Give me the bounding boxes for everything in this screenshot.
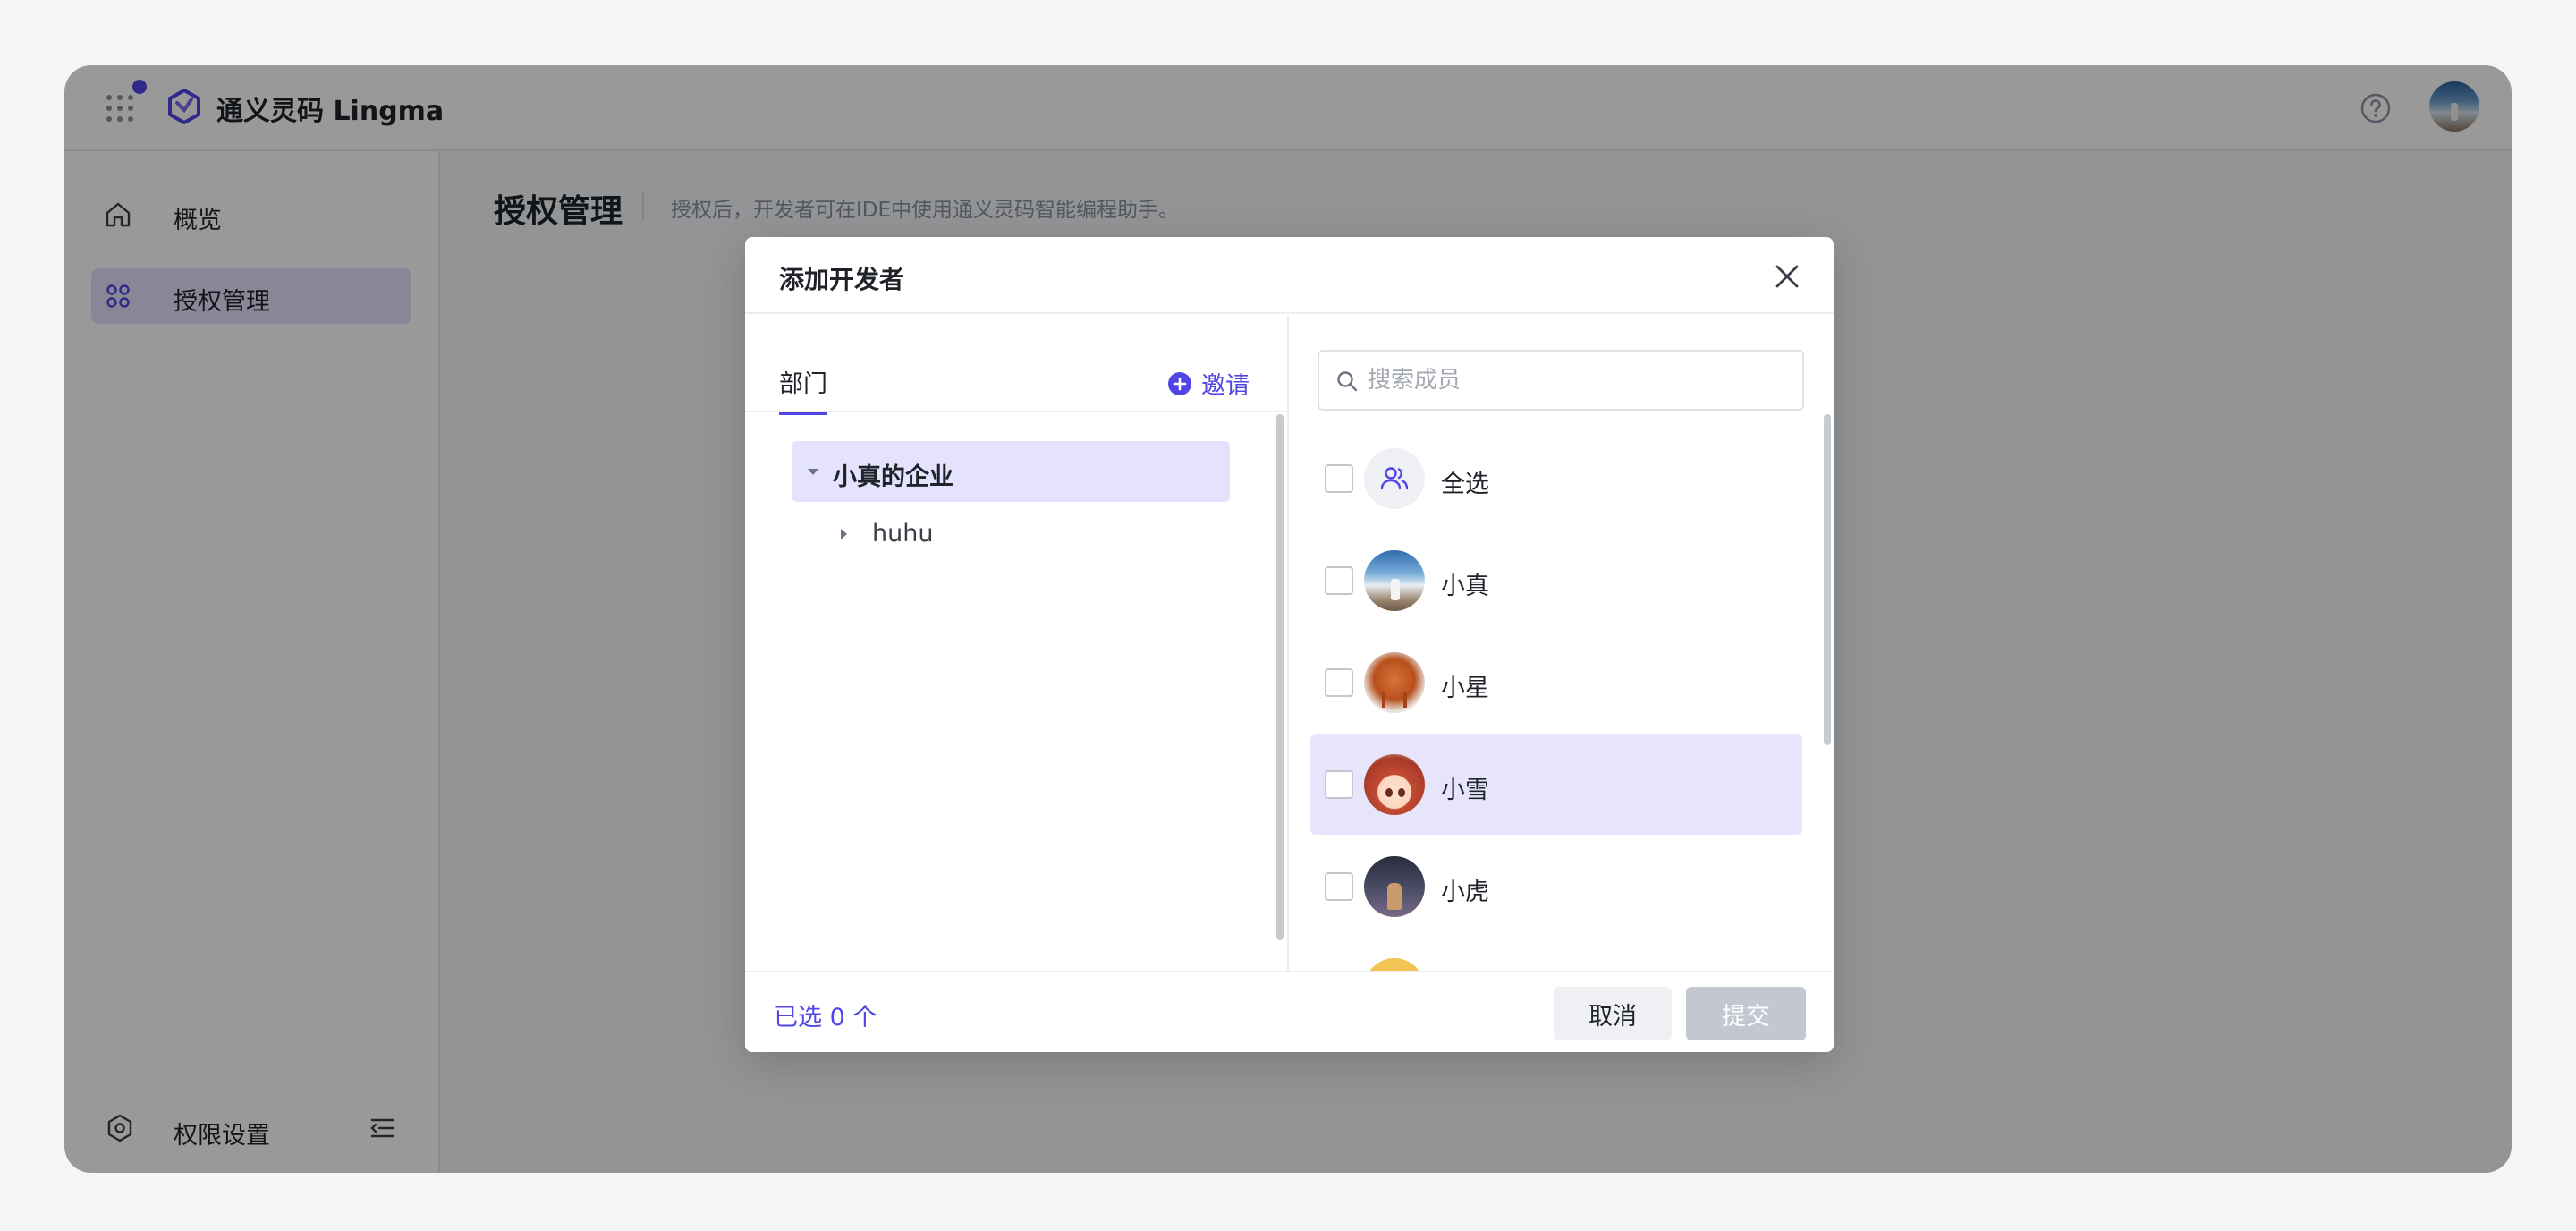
member-row-select-all[interactable]: 全选 <box>1310 429 1802 529</box>
member-name: 小雪 <box>1441 777 1489 804</box>
close-icon[interactable] <box>1769 259 1805 294</box>
avatar <box>1364 550 1425 611</box>
member-search-box <box>1318 350 1804 411</box>
member-row-partial[interactable] <box>1310 938 1802 971</box>
member-name: 全选 <box>1441 471 1489 498</box>
tab-department[interactable]: 部门 <box>779 364 827 415</box>
selected-count: 已选 0 个 <box>774 1004 877 1031</box>
member-name: 小星 <box>1441 675 1489 702</box>
member-checkbox[interactable] <box>1325 872 1353 901</box>
member-row[interactable]: 小雪 <box>1310 734 1802 835</box>
tree-node-root[interactable]: 小真的企业 <box>792 441 1230 502</box>
avatar <box>1364 958 1425 971</box>
add-developer-dialog: 添加开发者 部门 邀请 小真的企业 huhu 搜索成员 全选 小真 小星 小雪 … <box>745 237 1834 1052</box>
invite-button[interactable]: 邀请 <box>1167 366 1250 401</box>
tree-node-label: huhu <box>872 520 934 548</box>
tree-node-label: 小真的企业 <box>833 463 953 491</box>
caret-right-icon[interactable] <box>835 525 852 543</box>
group-avatar <box>1364 448 1425 509</box>
plus-circle-icon <box>1168 371 1191 395</box>
member-row[interactable]: 小星 <box>1310 632 1802 733</box>
avatar <box>1364 754 1425 815</box>
cancel-button[interactable]: 取消 <box>1554 987 1672 1040</box>
member-name: 小虎 <box>1441 879 1489 906</box>
member-checkbox[interactable] <box>1325 770 1353 799</box>
member-row[interactable]: 小虎 <box>1310 836 1802 937</box>
member-checkbox[interactable] <box>1325 668 1353 697</box>
department-pane: 部门 邀请 小真的企业 huhu <box>745 316 1289 971</box>
avatar <box>1364 652 1425 713</box>
member-pane: 全选 小真 小星 小雪 小虎 <box>1291 316 1834 971</box>
member-scrollbar[interactable] <box>1824 414 1831 745</box>
member-name: 小真 <box>1441 573 1489 600</box>
search-icon <box>1337 371 1358 392</box>
avatar <box>1364 856 1425 917</box>
dialog-footer: 已选 0 个 取消 提交 <box>745 971 1834 1052</box>
dialog-header: 添加开发者 <box>745 237 1834 314</box>
group-icon <box>1380 467 1409 490</box>
invite-label: 邀请 <box>1201 372 1250 400</box>
tree-scrollbar[interactable] <box>1276 414 1284 940</box>
tabs-divider <box>745 411 1289 412</box>
member-checkbox[interactable] <box>1325 566 1353 595</box>
submit-button[interactable]: 提交 <box>1686 987 1806 1040</box>
dialog-title: 添加开发者 <box>779 265 905 294</box>
member-row[interactable]: 小真 <box>1310 531 1802 631</box>
caret-down-icon[interactable] <box>804 463 822 480</box>
tree-node-huhu[interactable]: huhu <box>835 507 1230 561</box>
member-search-input[interactable] <box>1368 362 1788 398</box>
member-checkbox[interactable] <box>1325 464 1353 493</box>
